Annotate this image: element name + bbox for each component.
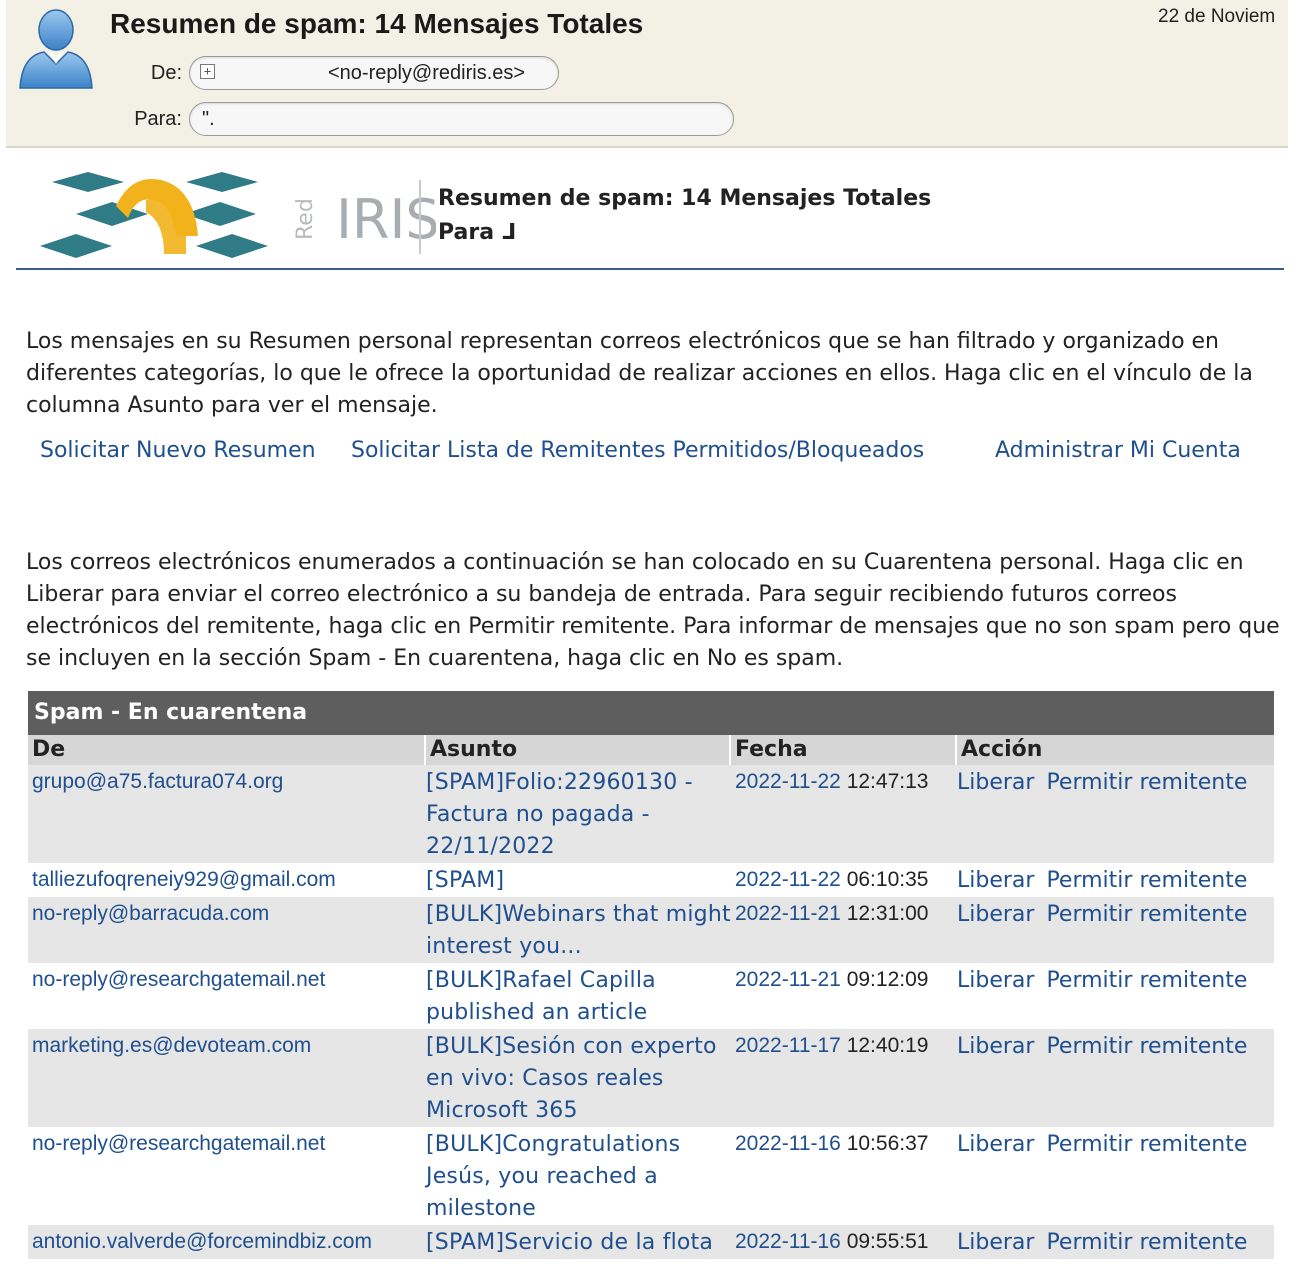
to-field[interactable]: ".	[189, 102, 734, 136]
release-link[interactable]: Liberar	[957, 1230, 1034, 1255]
table-body: grupo@a75.factura074.org [SPAM]Folio:229…	[28, 765, 1274, 1259]
allow-sender-link[interactable]: Permitir remitente	[1046, 968, 1247, 993]
redacted-area	[516, 224, 1166, 248]
rediris-logo: Red IRIS	[40, 172, 436, 258]
sender-cell: antonio.valverde@forcemindbiz.com	[32, 1230, 372, 1253]
date-cell: 2022-11-22 12:47:13	[731, 765, 957, 863]
table-row: grupo@a75.factura074.org [SPAM]Folio:229…	[28, 765, 1274, 863]
header-asunto: Asunto	[426, 735, 731, 765]
action-cell: Liberar Permitir remitente	[957, 1029, 1274, 1127]
action-cell: Liberar Permitir remitente	[957, 1225, 1274, 1259]
date-cell: 2022-11-16 09:55:51	[731, 1225, 957, 1259]
sender-cell: no-reply@researchgatemail.net	[32, 968, 326, 991]
action-cell: Liberar Permitir remitente	[957, 963, 1274, 1029]
from-field[interactable]: + <no-reply@rediris.es>	[189, 56, 559, 90]
table-row: talliezufoqreneiy929@gmail.com [SPAM] 202…	[28, 863, 1274, 897]
manage-account-link[interactable]: Administrar Mi Cuenta	[995, 438, 1241, 463]
header-accion: Acción	[961, 737, 1043, 762]
subject-link[interactable]: [SPAM]Folio:22960130 - Factura no pagada…	[426, 765, 731, 863]
spam-table: Spam - En cuarentena De Asunto Fecha Acc…	[28, 691, 1274, 1259]
table-row: marketing.es@devoteam.com [BULK]Sesión c…	[28, 1029, 1274, 1127]
sender-cell: marketing.es@devoteam.com	[32, 1034, 312, 1057]
date-value: 2022-11-21	[735, 968, 847, 991]
release-link[interactable]: Liberar	[957, 1034, 1034, 1059]
date-value: 2022-11-17	[735, 1034, 847, 1057]
request-sender-list-link[interactable]: Solicitar Lista de Remitentes Permitidos…	[351, 438, 924, 463]
from-address: <no-reply@rediris.es>	[328, 62, 526, 84]
to-address: ".	[202, 108, 215, 130]
table-row: no-reply@researchgatemail.net [BULK]Cong…	[28, 1127, 1274, 1225]
from-label: De:	[150, 62, 182, 84]
time-value: 12:31:00	[846, 902, 929, 925]
sender-cell: no-reply@barracuda.com	[32, 902, 270, 925]
time-value: 10:56:37	[846, 1132, 929, 1155]
expand-plus-icon[interactable]: +	[200, 64, 215, 79]
subject-link[interactable]: [BULK]Sesión con experto en vivo: Casos …	[426, 1029, 731, 1127]
date-value: 2022-11-16	[735, 1132, 847, 1155]
subject-link[interactable]: [SPAM]	[426, 863, 731, 897]
sender-cell: talliezufoqreneiy929@gmail.com	[32, 868, 336, 891]
rediris-banner: Red IRIS Resumen de spam: 14 Mensajes To…	[16, 158, 1284, 270]
date-cell: 2022-11-16 10:56:37	[731, 1127, 957, 1225]
subject-link[interactable]: [BULK]Congratulations Jesús, you reached…	[426, 1127, 731, 1225]
allow-sender-link[interactable]: Permitir remitente	[1046, 868, 1247, 893]
action-cell: Liberar Permitir remitente	[957, 897, 1274, 963]
date-value: 2022-11-22	[735, 868, 847, 891]
mail-date: 22 de Noviem	[1158, 6, 1276, 27]
release-link[interactable]: Liberar	[957, 770, 1034, 795]
time-value: 06:10:35	[846, 868, 929, 891]
date-value: 2022-11-21	[735, 902, 847, 925]
release-link[interactable]: Liberar	[957, 902, 1034, 927]
allow-sender-link[interactable]: Permitir remitente	[1046, 1230, 1247, 1255]
banner-para: Para ⅃	[438, 220, 516, 245]
time-value: 12:47:13	[846, 770, 929, 793]
action-cell: Liberar Permitir remitente	[957, 765, 1274, 863]
logo-red-text: Red	[293, 198, 318, 240]
allow-sender-link[interactable]: Permitir remitente	[1046, 770, 1247, 795]
request-new-summary-link[interactable]: Solicitar Nuevo Resumen	[40, 438, 316, 463]
table-row: no-reply@researchgatemail.net [BULK]Rafa…	[28, 963, 1274, 1029]
time-value: 09:55:51	[846, 1230, 929, 1253]
banner-title: Resumen de spam: 14 Mensajes Totales	[438, 186, 932, 211]
table-header: De Asunto Fecha Acción	[28, 735, 1274, 765]
table-caption: Spam - En cuarentena	[28, 691, 1274, 735]
to-label: Para:	[134, 108, 182, 130]
subject-link[interactable]: [BULK]Rafael Capilla published an articl…	[426, 963, 731, 1029]
date-cell: 2022-11-21 09:12:09	[731, 963, 957, 1029]
table-row: antonio.valverde@forcemindbiz.com [SPAM]S…	[28, 1225, 1274, 1259]
time-value: 09:12:09	[846, 968, 929, 991]
avatar-icon	[19, 9, 93, 89]
action-cell: Liberar Permitir remitente	[957, 863, 1274, 897]
time-value: 12:40:19	[846, 1034, 929, 1057]
action-cell: Liberar Permitir remitente	[957, 1127, 1274, 1225]
table-row: no-reply@barracuda.com [BULK]Webinars th…	[28, 897, 1274, 963]
date-value: 2022-11-22	[735, 770, 847, 793]
intro-text: Los mensajes en su Resumen personal repr…	[26, 329, 1253, 418]
allow-sender-link[interactable]: Permitir remitente	[1046, 1034, 1247, 1059]
date-value: 2022-11-16	[735, 1230, 847, 1253]
sender-cell: grupo@a75.factura074.org	[32, 770, 284, 793]
release-link[interactable]: Liberar	[957, 1132, 1034, 1157]
subject-link[interactable]: [SPAM]Servicio de la flota	[426, 1225, 731, 1259]
mail-header: Resumen de spam: 14 Mensajes Totales 22 …	[6, 0, 1288, 148]
mail-subject: Resumen de spam: 14 Mensajes Totales	[110, 8, 644, 39]
release-link[interactable]: Liberar	[957, 868, 1034, 893]
date-cell: 2022-11-17 12:40:19	[731, 1029, 957, 1127]
date-cell: 2022-11-22 06:10:35	[731, 863, 957, 897]
subject-link[interactable]: [BULK]Webinars that might interest you..…	[426, 897, 731, 963]
header-fecha: Fecha	[731, 735, 957, 765]
allow-sender-link[interactable]: Permitir remitente	[1046, 1132, 1247, 1157]
quarantine-text: Los correos electrónicos enumerados a co…	[26, 550, 1280, 671]
allow-sender-link[interactable]: Permitir remitente	[1046, 902, 1247, 927]
release-link[interactable]: Liberar	[957, 968, 1034, 993]
sender-cell: no-reply@researchgatemail.net	[32, 1132, 326, 1155]
date-cell: 2022-11-21 12:31:00	[731, 897, 957, 963]
header-de: De	[28, 735, 426, 765]
